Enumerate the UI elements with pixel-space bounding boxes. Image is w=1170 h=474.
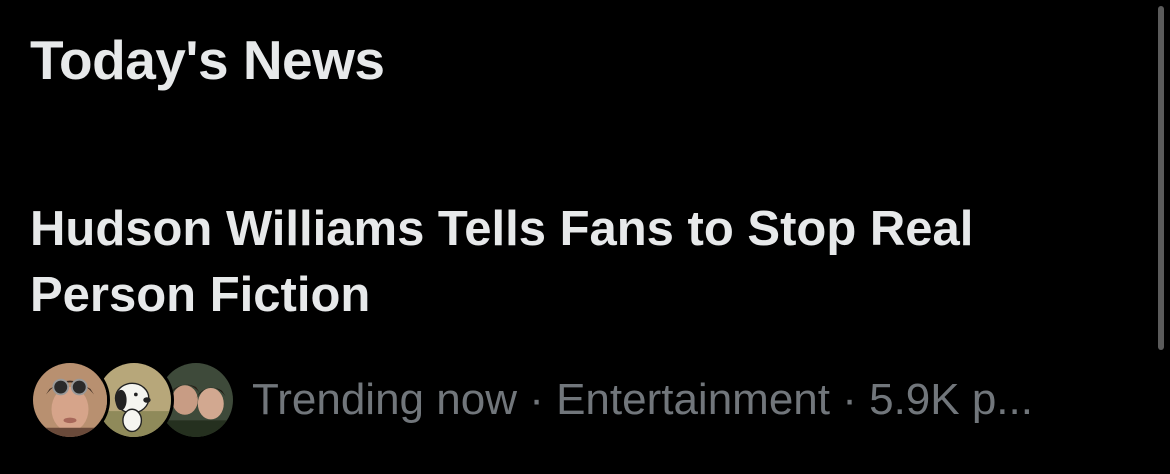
news-meta-row: Trending now · Entertainment · 5.9K p... (30, 358, 1033, 442)
news-headline[interactable]: Hudson Williams Tells Fans to Stop Real … (30, 196, 1120, 328)
avatar-1 (30, 360, 110, 440)
avatar-stack (30, 358, 240, 442)
news-item[interactable]: Hudson Williams Tells Fans to Stop Real … (0, 190, 1150, 474)
person-with-goggles-avatar-icon (33, 363, 107, 437)
scrollbar[interactable] (1158, 6, 1164, 350)
section-title: Today's News (30, 29, 385, 91)
news-meta-text: Trending now · Entertainment · 5.9K p... (252, 375, 1033, 424)
